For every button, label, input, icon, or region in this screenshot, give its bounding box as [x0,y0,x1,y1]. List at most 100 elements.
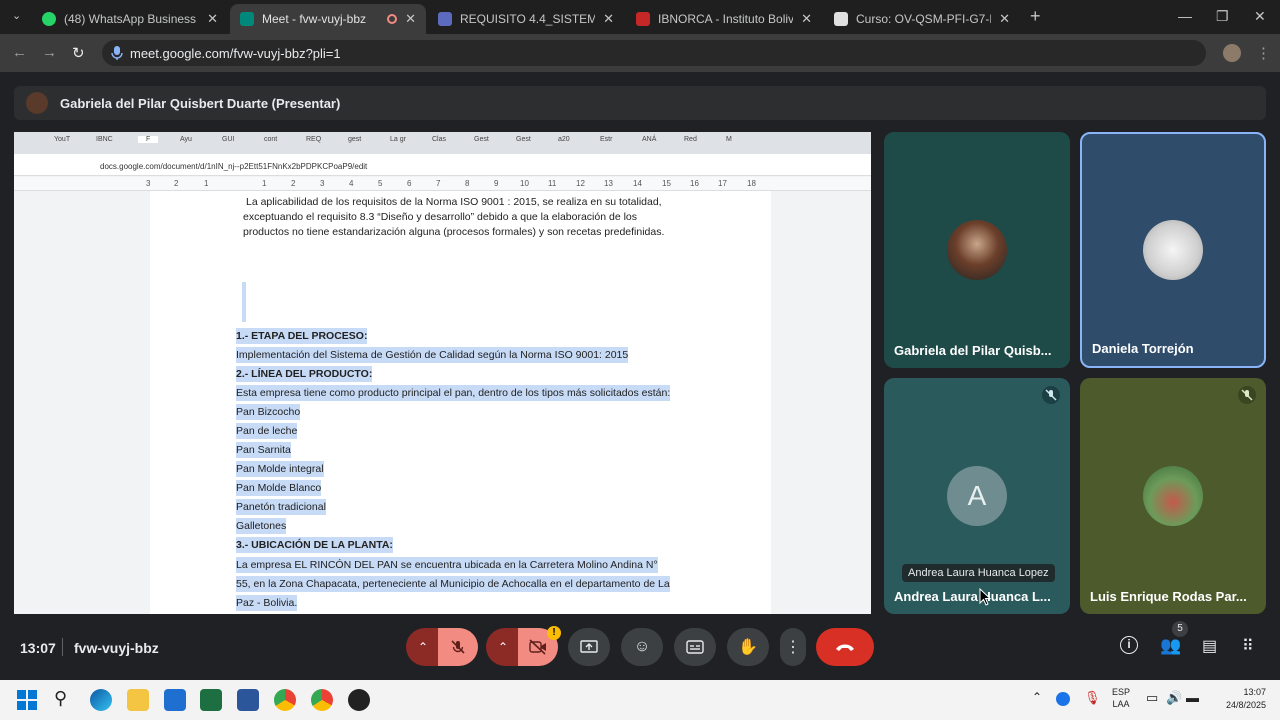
raise-hand-button[interactable]: ✋ [727,628,769,666]
ruler-tick: 13 [604,179,613,188]
mic-toggle-button[interactable] [438,628,478,666]
file-explorer-icon[interactable] [127,689,149,711]
presenter-label: Gabriela del Pilar Quisbert Duarte (Pres… [60,96,341,111]
tab-whatsapp[interactable]: (48) WhatsApp Business ✕ [32,4,228,34]
reload-icon[interactable]: ↻ [72,44,85,62]
doc-list-item: Pan de leche [236,423,298,439]
moodle-icon [834,12,848,26]
ruler-tick: 2 [174,179,179,188]
close-window-icon[interactable]: ✕ [1254,8,1266,25]
back-icon[interactable]: ← [12,44,27,61]
ruler-tick: 5 [378,179,383,188]
mouse-cursor-icon [979,588,991,606]
participant-name: Gabriela del Pilar Quisb... [894,343,1052,358]
ruler-tick: 8 [465,179,470,188]
meeting-clock: 13:07 [20,640,56,656]
captions-button[interactable] [674,628,716,666]
doc-list-item: Pan Molde Blanco [236,480,322,496]
tab-ibnorca[interactable]: IBNORCA - Instituto Boliviano d ✕ [626,4,822,34]
volume-icon[interactable]: 🔊 [1166,690,1182,706]
emoji-icon: ☺ [633,638,651,655]
doc-paragraph: 55, en la Zona Chapacata, perteneciente … [236,576,670,592]
ruler-tick: 1 [262,179,267,188]
participant-tile-daniela[interactable]: Daniela Torrejón [1080,132,1266,368]
maximize-icon[interactable]: ❐ [1216,8,1229,25]
close-icon[interactable]: ✕ [405,11,416,27]
ruler-tick: 17 [718,179,727,188]
url-text[interactable]: meet.google.com/fvw-vuyj-bbz?pli=1 [130,46,341,61]
meet-tray-icon[interactable] [1056,692,1070,706]
hand-icon: ✋ [738,639,758,656]
close-icon[interactable]: ✕ [999,11,1010,27]
ibnorca-icon [636,12,650,26]
network-icon[interactable]: ▭ [1146,690,1158,706]
edge-icon[interactable] [90,689,112,711]
participant-tile-andrea[interactable]: A Andrea Laura Huanca Lopez Andrea Laura… [884,378,1070,614]
browser-menu-icon[interactable]: ⋮ [1256,44,1271,62]
close-icon[interactable]: ✕ [207,11,218,27]
shared-screen: YouT IBNC F Ayu GUI cont REQ gest La gr … [14,132,871,614]
shared-tab: Estr [600,136,613,143]
participants-count-badge: 5 [1172,621,1188,637]
forward-icon[interactable]: → [42,44,57,61]
battery-icon[interactable]: ▬ [1186,690,1199,705]
mic-tray-icon[interactable]: 🎙 [1084,690,1101,706]
camera-options-button[interactable]: ⌃ [486,628,520,666]
profile-avatar[interactable] [1223,44,1241,62]
app-icon[interactable] [348,689,370,711]
divider [62,638,63,656]
search-icon[interactable]: ⚲ [54,688,67,709]
mic-options-button[interactable]: ⌃ [406,628,440,666]
captions-icon [686,640,704,654]
avatar [947,220,1007,280]
present-screen-button[interactable] [568,628,610,666]
tab-label: REQUISITO 4.4_SISTEMA DE GE [460,12,596,26]
tab-curso[interactable]: Curso: OV-QSM-PFI-G7-M1-20 ✕ [824,4,1020,34]
chrome-profile-icon[interactable] [311,689,333,711]
doc-paragraph: La empresa EL RINCÓN DEL PAN se encuentr… [236,557,658,573]
close-icon[interactable]: ✕ [801,11,812,27]
name-tooltip: Andrea Laura Huanca Lopez [902,564,1055,582]
windows-start-icon[interactable] [17,690,37,710]
doc-list-item: Panetón tradicional [236,499,326,515]
mic-icon [111,46,123,60]
more-options-button[interactable]: ⋮ [780,628,806,666]
chrome-icon[interactable] [274,689,296,711]
info-icon[interactable]: i [1120,636,1138,654]
chevron-up-icon: ⌃ [417,640,429,654]
chat-icon[interactable]: ▤ [1202,636,1217,656]
tab-label: Meet - fvw-vuyj-bbz [262,12,367,26]
clock-time: 13:07 [1243,687,1266,697]
new-tab-button[interactable]: + [1030,6,1041,27]
reactions-button[interactable]: ☺ [621,628,663,666]
mic-off-icon [1238,386,1256,404]
store-icon[interactable] [164,689,186,711]
ruler-tick: 12 [576,179,585,188]
people-icon[interactable]: 👥 [1160,636,1181,656]
excel-icon[interactable] [200,689,222,711]
selection-highlight [242,282,246,322]
tab-meet[interactable]: Meet - fvw-vuyj-bbz ✕ [230,4,426,34]
minimize-icon[interactable]: — [1178,8,1192,24]
word-icon[interactable] [237,689,259,711]
shared-tab: IBNC [96,136,113,143]
tab-search-icon[interactable]: ⌄ [12,9,21,22]
input-language[interactable]: ESP LAA [1112,686,1130,710]
participant-tile-luis[interactable]: Luis Enrique Rodas Par... [1080,378,1266,614]
warning-badge: ! [547,626,561,640]
participant-tile-gabriela[interactable]: Gabriela del Pilar Quisb... [884,132,1070,368]
tab-label: Curso: OV-QSM-PFI-G7-M1-20 [856,12,991,26]
doc-paragraph: Implementación del Sistema de Gestión de… [236,347,629,363]
meeting-code: fvw-vuyj-bbz [74,640,159,656]
ruler-tick: 6 [407,179,412,188]
taskbar-clock[interactable]: 13:07 24/8/2025 [1206,686,1266,712]
shared-tab: gest [348,136,362,143]
doc-heading: 1.- ETAPA DEL PROCESO: [236,328,368,344]
chevron-up-icon[interactable]: ⌃ [1032,690,1042,704]
activities-icon[interactable]: ⠿ [1242,636,1254,656]
clock-date: 24/8/2025 [1225,700,1266,710]
close-icon[interactable]: ✕ [603,11,614,27]
ruler-tick: 18 [747,179,756,188]
tab-requisito[interactable]: REQUISITO 4.4_SISTEMA DE GE ✕ [428,4,624,34]
leave-call-button[interactable] [816,628,874,666]
